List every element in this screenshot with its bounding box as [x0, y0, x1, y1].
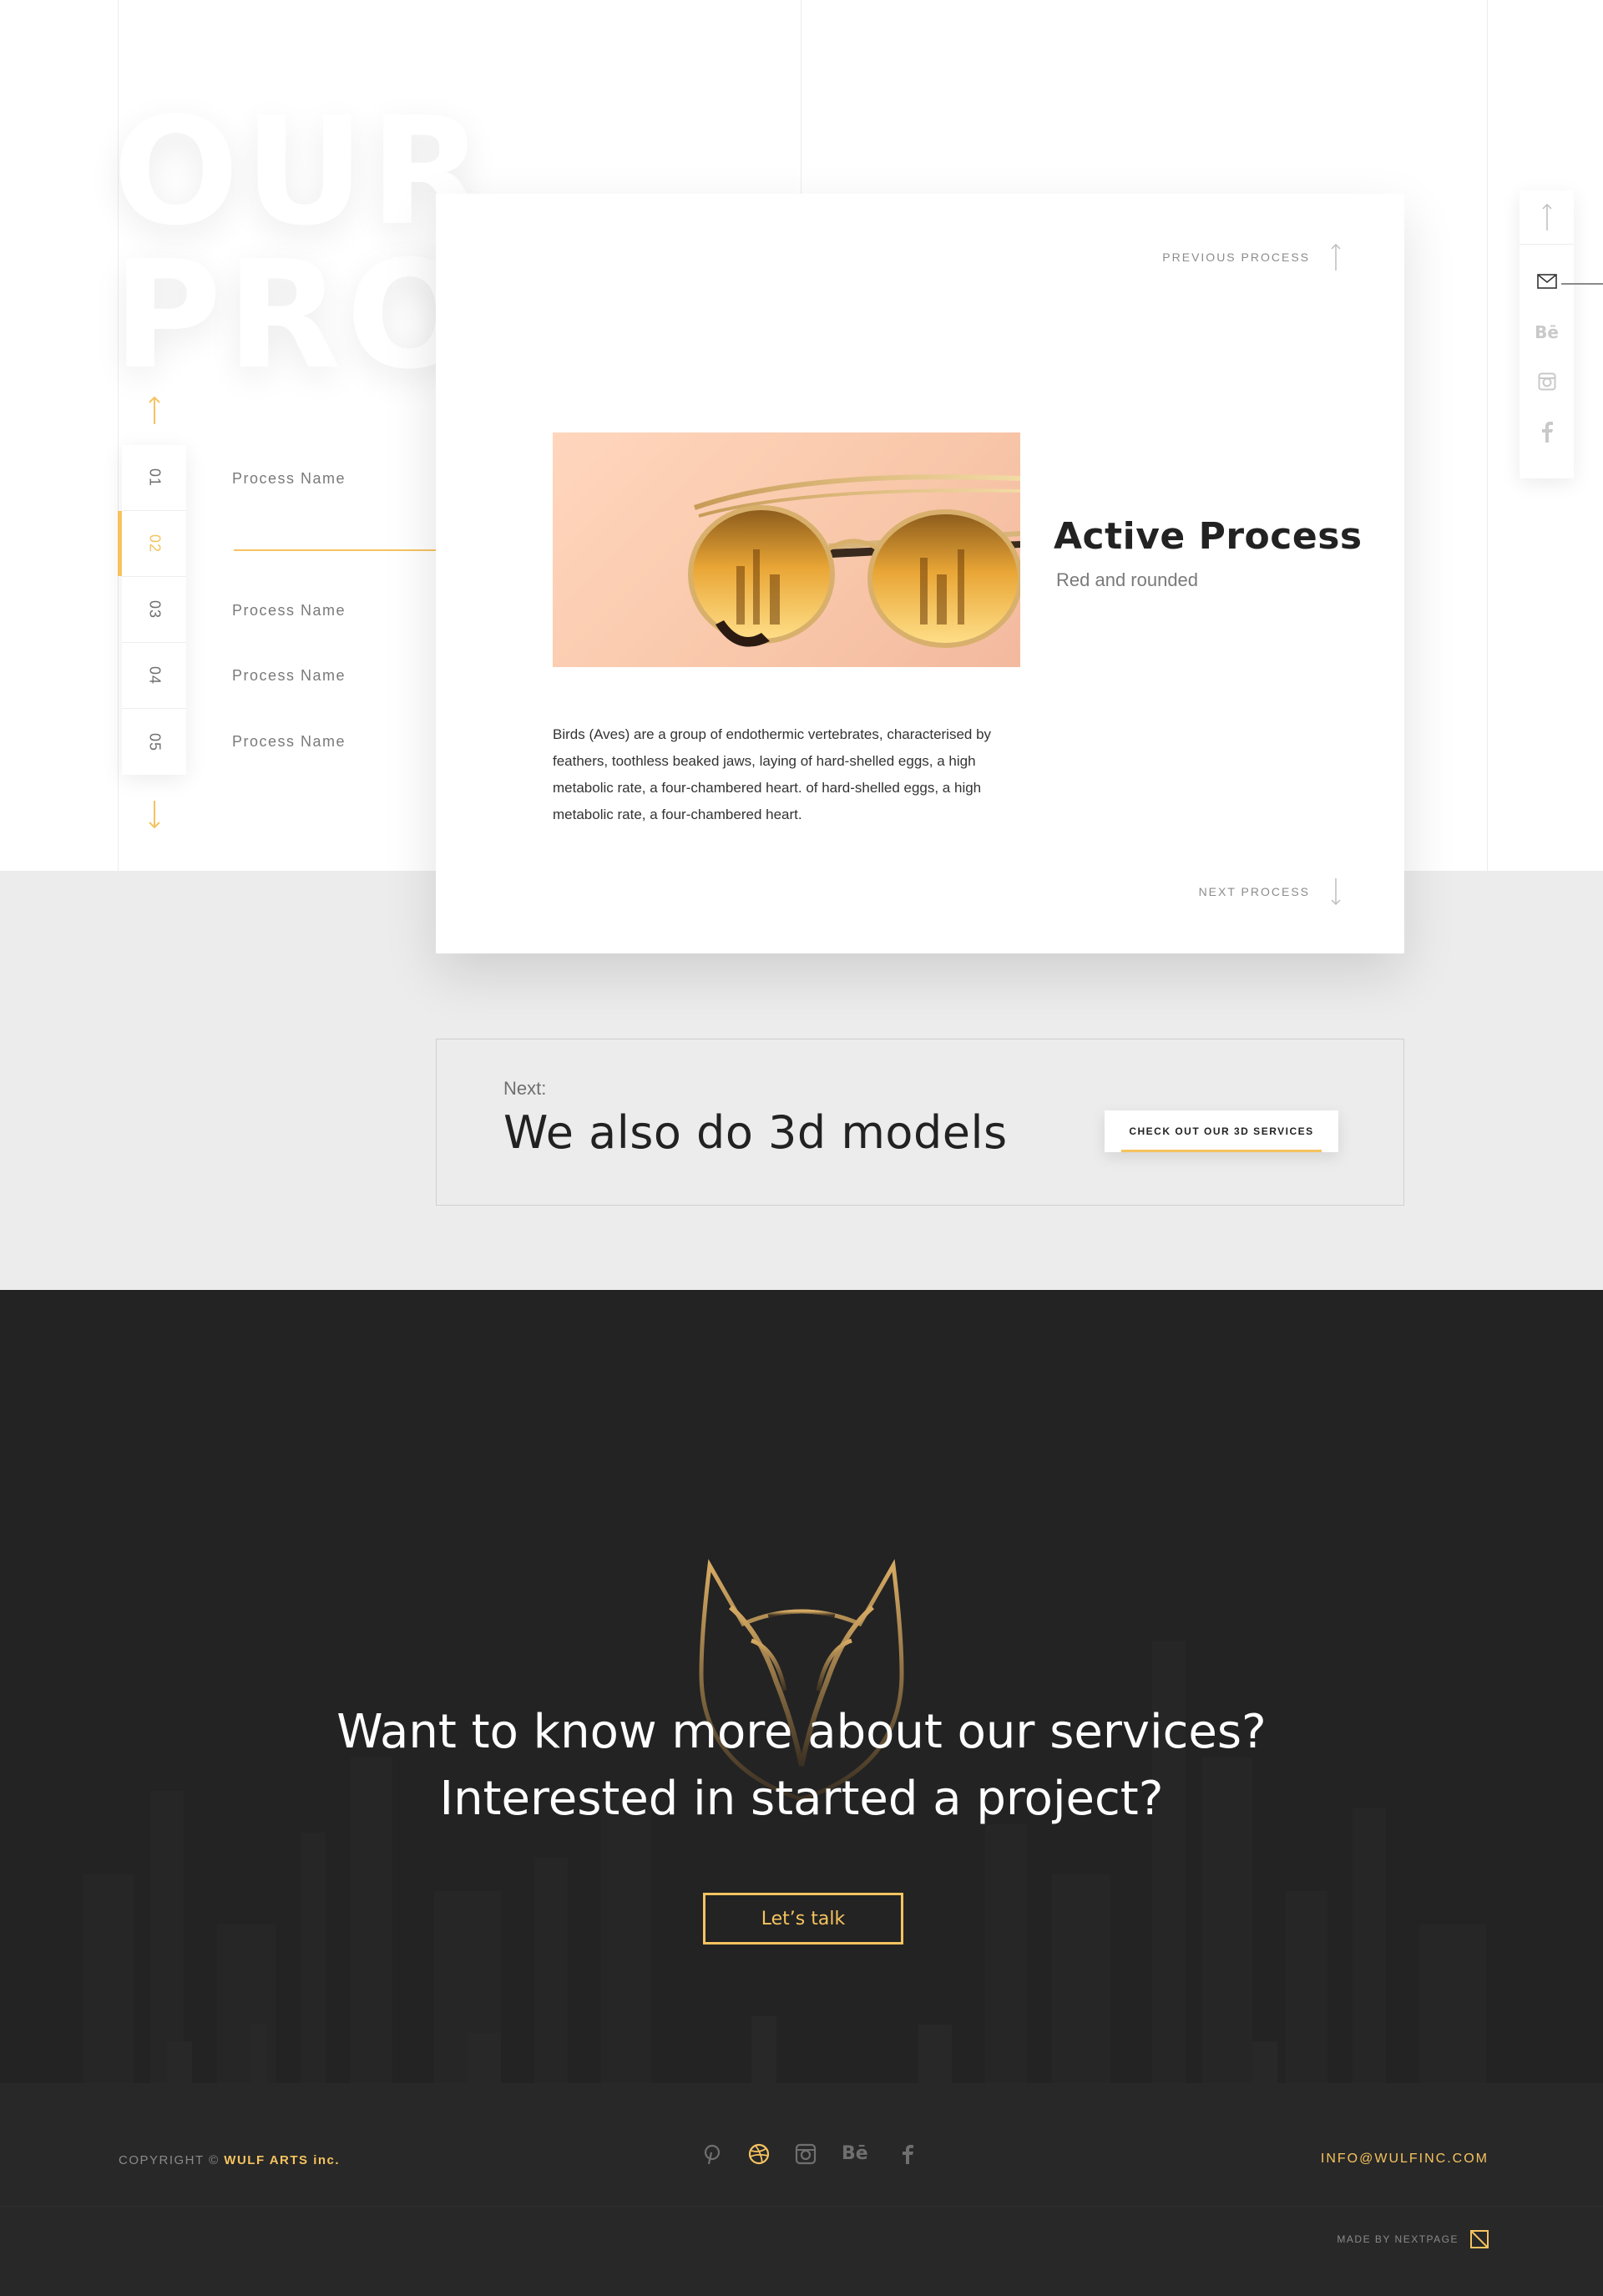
- active-process-subtitle: Red and rounded: [1056, 569, 1199, 590]
- contact-section: Want to know more about our services? In…: [0, 1290, 1603, 2296]
- step-01[interactable]: 01: [122, 445, 186, 511]
- behance-icon[interactable]: Bē: [1520, 322, 1574, 342]
- 3d-services-button[interactable]: CHECK OUT OUR 3D SERVICES: [1105, 1110, 1338, 1152]
- arrow-down-icon: [1331, 878, 1341, 906]
- steps-up-arrow-icon[interactable]: [147, 394, 162, 427]
- step-number: 05: [146, 732, 163, 751]
- step-05[interactable]: 05: [122, 709, 186, 775]
- scroll-top-icon[interactable]: [1520, 202, 1574, 236]
- active-social-line: [1561, 283, 1603, 285]
- step-number: 04: [146, 665, 163, 685]
- previous-process-button[interactable]: PREVIOUS PROCESS: [1162, 242, 1342, 272]
- sidebar-divider: [1520, 244, 1574, 245]
- arrow-up-icon: [1331, 243, 1341, 271]
- cta-headline-line1: Want to know more about our services?: [336, 1705, 1267, 1759]
- made-by[interactable]: MADE BY NEXTPAGE: [1337, 2230, 1489, 2248]
- step-04[interactable]: 04: [122, 643, 186, 709]
- step-03[interactable]: 03: [122, 577, 186, 643]
- company-name[interactable]: WULF ARTS inc.: [224, 2153, 340, 2167]
- process-steps: 01 02 03 04 05: [118, 445, 186, 775]
- step-02[interactable]: 02: [118, 511, 186, 577]
- step-number: 01: [146, 468, 163, 488]
- next-title: We also do 3d models: [503, 1106, 1008, 1159]
- process-description: Birds (Aves) are a group of endothermic …: [553, 726, 992, 822]
- footer-divider: [0, 2206, 1603, 2207]
- copyright-prefix: COPYRIGHT ©: [119, 2153, 220, 2167]
- footer-social-icons: Bē: [701, 2143, 918, 2165]
- social-sidebar: Bē: [1520, 190, 1574, 478]
- step-number: 03: [146, 599, 163, 620]
- lets-talk-button[interactable]: Let’s talk: [703, 1893, 903, 1945]
- contact-email[interactable]: INFO@WULFINC.COM: [1321, 2152, 1489, 2167]
- cta-headline: Want to know more about our services? In…: [0, 1699, 1603, 1833]
- copyright: COPYRIGHT © WULF ARTS inc.: [119, 2153, 340, 2167]
- facebook-icon[interactable]: [1520, 421, 1574, 447]
- step-number: 02: [146, 534, 163, 554]
- nextpage-logo-icon: [1470, 2230, 1489, 2248]
- grid-line: [1487, 0, 1488, 871]
- dribbble-icon[interactable]: [748, 2143, 770, 2165]
- instagram-icon[interactable]: [795, 2143, 817, 2165]
- cta-headline-line2: Interested in started a project?: [439, 1772, 1164, 1826]
- made-by-label: MADE BY NEXTPAGE: [1337, 2233, 1459, 2245]
- behance-icon[interactable]: Bē: [842, 2143, 872, 2165]
- previous-process-label: PREVIOUS PROCESS: [1162, 250, 1310, 264]
- next-section: Next: We also do 3d models CHECK OUT OUR…: [436, 1039, 1404, 1206]
- instagram-icon[interactable]: [1520, 372, 1574, 395]
- process-image: [553, 432, 1020, 667]
- step-label-05[interactable]: Process Name: [232, 733, 346, 751]
- steps-down-arrow-icon[interactable]: [147, 797, 162, 831]
- next-process-button[interactable]: NEXT PROCESS: [1199, 877, 1342, 907]
- step-label-01[interactable]: Process Name: [232, 470, 346, 488]
- next-process-label: NEXT PROCESS: [1198, 885, 1310, 898]
- active-process-title: Active Process: [1054, 515, 1363, 558]
- step-label-03[interactable]: Process Name: [232, 602, 346, 620]
- step-label-04[interactable]: Process Name: [232, 667, 346, 685]
- next-label: Next:: [503, 1078, 547, 1099]
- process-card: PREVIOUS PROCESS Active Process Red and …: [436, 194, 1404, 953]
- pinterest-icon[interactable]: [701, 2143, 723, 2165]
- facebook-icon[interactable]: [897, 2143, 918, 2165]
